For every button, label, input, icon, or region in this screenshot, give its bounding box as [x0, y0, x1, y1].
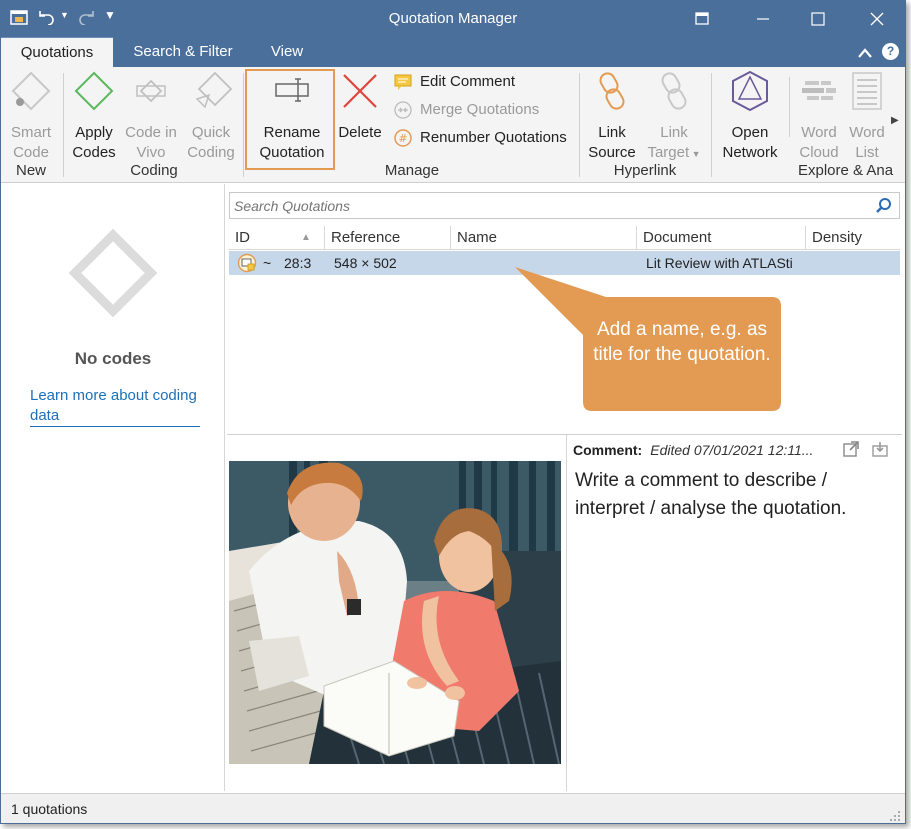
tab-view[interactable]: View	[253, 37, 321, 67]
comment-label: Comment:	[573, 442, 643, 458]
comment-text[interactable]: Write a comment to describe / interpret …	[575, 467, 890, 523]
word-list-icon	[845, 69, 889, 119]
merge-quotations-button[interactable]: Merge Quotations	[394, 99, 539, 121]
comment-edited-meta: Edited 07/01/2021 12:11...	[650, 442, 814, 458]
restore-panel-icon[interactable]	[690, 7, 714, 31]
sort-ascending-icon: ▲	[301, 232, 311, 243]
rename-icon	[249, 69, 335, 119]
link-source-button[interactable]: Link Source	[585, 69, 639, 163]
quick-coding-icon	[183, 69, 239, 119]
save-comment-icon[interactable]	[872, 441, 888, 460]
word-list-button[interactable]: Word List	[845, 69, 889, 163]
minimize-button[interactable]	[751, 7, 775, 31]
comment-icon	[394, 73, 412, 91]
column-header-reference[interactable]: Reference	[325, 226, 451, 250]
group-label-hyperlink: Hyperlink	[613, 162, 677, 179]
help-icon[interactable]: ?	[882, 43, 899, 60]
quotation-prefix: ~	[263, 255, 272, 271]
panel-divider-vertical	[566, 435, 567, 791]
learn-more-link[interactable]: Learn more about coding data	[30, 386, 200, 427]
quotation-reference: 548 × 502	[334, 255, 397, 271]
tab-search-filter[interactable]: Search & Filter	[119, 37, 247, 67]
ribbon-tab-strip: Quotations Search & Filter View ?	[1, 37, 905, 67]
column-header-density[interactable]: Density	[806, 226, 900, 250]
apply-codes-button[interactable]: Apply Codes	[69, 69, 119, 163]
column-header-id[interactable]: ID ▲	[229, 226, 325, 250]
edit-comment-button[interactable]: Edit Comment	[394, 71, 515, 93]
apply-codes-icon	[69, 69, 119, 119]
column-header-name[interactable]: Name	[451, 226, 637, 250]
column-header-document[interactable]: Document	[637, 226, 806, 250]
quotation-image-preview	[229, 461, 561, 764]
search-input[interactable]	[234, 196, 854, 216]
group-separator	[243, 73, 244, 177]
group-label-coding: Coding	[130, 162, 178, 179]
tab-quotations[interactable]: Quotations	[1, 37, 113, 67]
group-separator	[789, 77, 790, 137]
rename-quotation-button[interactable]: Rename Quotation	[249, 69, 335, 163]
word-cloud-button[interactable]: Word Cloud	[795, 69, 843, 163]
ribbon-scroll-right-icon[interactable]: ▶	[891, 115, 899, 126]
group-separator	[579, 73, 580, 177]
delete-button[interactable]: Delete	[336, 69, 384, 143]
group-label-new: New	[15, 162, 46, 179]
group-separator	[63, 73, 64, 177]
link-target-icon	[644, 69, 704, 119]
resize-grip-icon[interactable]	[889, 809, 901, 823]
maximize-button[interactable]	[806, 7, 830, 31]
quotations-table-header: ID ▲ Reference Name Document Density	[229, 226, 900, 250]
search-box[interactable]	[229, 192, 900, 219]
group-separator	[711, 73, 712, 177]
ribbon: Smart Code New Apply Codes Code in Vivo …	[1, 67, 905, 183]
panel-divider	[227, 434, 902, 435]
status-bar: 1 quotations	[1, 793, 905, 823]
no-codes-title: No codes	[74, 349, 152, 368]
image-quotation-icon	[237, 253, 257, 277]
merge-icon	[394, 101, 412, 119]
group-label-manage: Manage	[384, 162, 440, 179]
codes-side-panel: No codes Learn more about coding data	[1, 184, 225, 791]
dropdown-arrow-icon: ▼	[689, 149, 701, 159]
code-in-vivo-button[interactable]: Code in Vivo	[123, 69, 179, 163]
smart-code-icon	[5, 69, 57, 119]
smart-code-button[interactable]: Smart Code	[5, 69, 57, 163]
quotation-manager-window: ▼ ▼ Quotation Manager Quotations Search …	[0, 0, 906, 824]
code-in-vivo-icon	[123, 69, 179, 119]
close-button[interactable]	[865, 7, 889, 31]
renumber-quotations-button[interactable]: # Renumber Quotations	[394, 127, 567, 149]
title-bar: ▼ ▼ Quotation Manager	[1, 1, 905, 37]
renumber-icon: #	[394, 129, 412, 147]
quick-coding-button[interactable]: Quick Coding	[183, 69, 239, 163]
link-target-button[interactable]: Link Target ▼	[644, 69, 704, 164]
word-cloud-icon	[795, 69, 843, 119]
comment-header: Comment: Edited 07/01/2021 12:11...	[573, 442, 813, 458]
network-icon	[717, 69, 783, 119]
open-external-icon[interactable]	[843, 441, 859, 460]
link-source-icon	[585, 69, 639, 119]
search-icon[interactable]	[875, 197, 893, 218]
empty-code-diamond-icon	[68, 228, 158, 320]
status-quotation-count: 1 quotations	[11, 801, 88, 817]
quotation-id: 28:3	[284, 255, 312, 271]
delete-x-icon	[336, 69, 384, 119]
svg-text:#: #	[398, 132, 407, 145]
callout-text: Add a name, e.g. as title for the quotat…	[593, 319, 771, 365]
collapse-ribbon-icon[interactable]	[857, 41, 873, 64]
group-label-explore: Explore & Ana	[798, 162, 894, 179]
open-network-button[interactable]: Open Network	[717, 69, 783, 163]
